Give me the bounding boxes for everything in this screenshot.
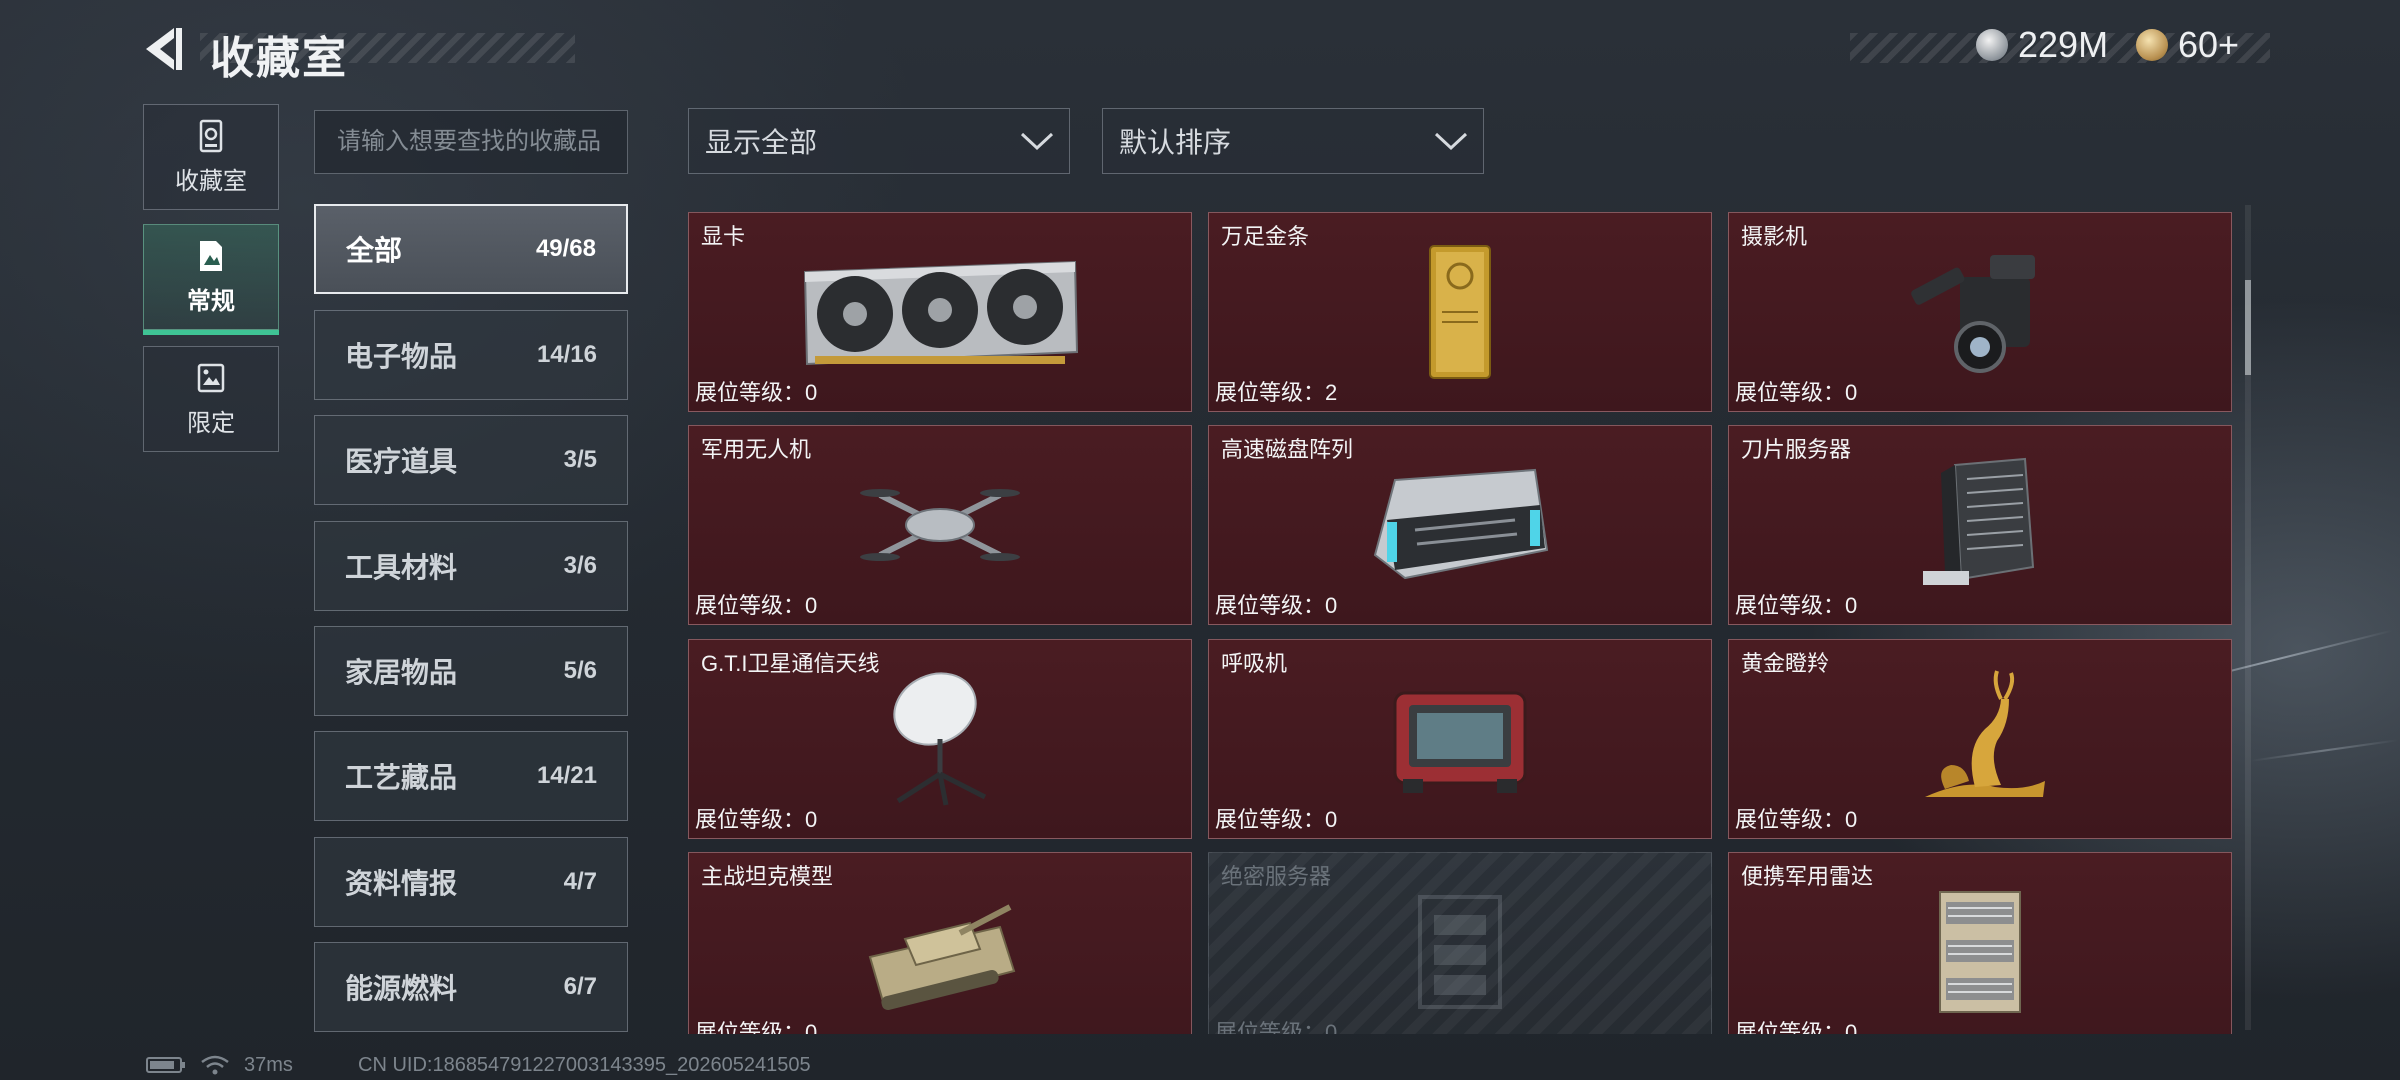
- category-intel[interactable]: 资料情报 4/7: [314, 837, 628, 927]
- chevron-down-icon: [1434, 132, 1468, 151]
- uid-label: CN UID:18685479122700314339​5_2026052415…: [358, 1053, 811, 1076]
- category-count: 3/5: [563, 446, 597, 473]
- category-count: 4/7: [563, 868, 597, 895]
- item-level: 展位等级：0: [695, 593, 818, 618]
- item-card[interactable]: 显卡 展位等级：0: [688, 212, 1192, 412]
- silver-coin-icon: [1976, 29, 2008, 61]
- ventilator-icon: [1393, 691, 1527, 793]
- silver-currency[interactable]: 229M: [1976, 24, 2108, 66]
- category-name: 全部: [346, 235, 403, 266]
- item-card[interactable]: 军用无人机 展位等级：0: [688, 425, 1192, 625]
- side-tab-label: 常规: [187, 287, 235, 315]
- page-title: 收藏室: [210, 34, 348, 83]
- category-crafts[interactable]: 工艺藏品 14/21: [314, 731, 628, 821]
- item-card[interactable]: 摄影机 展位等级：0: [1728, 212, 2232, 412]
- satellite-dish-icon: [893, 672, 987, 806]
- category-name: 电子物品: [345, 341, 458, 372]
- limited-icon: [197, 363, 225, 392]
- item-card[interactable]: 便携军用雷达 展位等级：0: [1728, 852, 2232, 1034]
- item-card[interactable]: 万足金条 展位等级：2: [1208, 212, 1712, 412]
- golden-gazelle-icon: [1925, 670, 2045, 797]
- category-count: 6/7: [563, 973, 597, 1000]
- gold-amount: 60+: [2178, 24, 2240, 65]
- chevron-down-icon: [1020, 132, 1054, 151]
- regular-icon: [200, 240, 222, 271]
- item-level: 展位等级：0: [695, 807, 818, 832]
- video-camera-icon: [1911, 255, 2035, 373]
- item-card[interactable]: 高速磁盘阵列 展位等级：0: [1208, 425, 1712, 625]
- item-card[interactable]: 呼吸机 展位等级：0: [1208, 639, 1712, 839]
- secret-server-icon: [1418, 895, 1502, 1009]
- back-button[interactable]: [140, 24, 190, 74]
- side-tab-collection-room[interactable]: 收藏室: [143, 104, 279, 210]
- search-input[interactable]: [314, 110, 628, 174]
- item-card[interactable]: G.T.I卫星通信天线 展位等级：0: [688, 639, 1192, 839]
- blade-server-icon: [1923, 457, 2035, 585]
- item-level: 展位等级：0: [1215, 593, 1338, 618]
- category-count: 5/6: [563, 657, 597, 684]
- item-level: 展位等级：0: [695, 1020, 818, 1034]
- disk-array-icon: [1373, 468, 1549, 580]
- ping-value: 37ms: [244, 1053, 293, 1076]
- side-tab-regular[interactable]: 常规: [143, 224, 279, 335]
- item-card[interactable]: 主战坦克模型 展位等级：0: [688, 852, 1192, 1034]
- grid-scrollbar[interactable]: [2245, 205, 2251, 1030]
- side-tab-label: 限定: [187, 409, 235, 437]
- item-level: 展位等级：0: [1735, 1020, 1858, 1034]
- item-card[interactable]: 刀片服务器 展位等级：0: [1728, 425, 2232, 625]
- item-card[interactable]: 黄金瞪羚 展位等级：0: [1728, 639, 2232, 839]
- side-tab-label: 收藏室: [175, 167, 247, 195]
- category-name: 工具材料: [345, 552, 458, 583]
- portable-radar-icon: [1939, 891, 2021, 1013]
- category-electronics[interactable]: 电子物品 14/16: [314, 310, 628, 400]
- tank-model-icon: [868, 904, 1016, 1011]
- category-name: 家居物品: [345, 657, 458, 688]
- back-arrow-icon: [146, 28, 182, 70]
- category-energy[interactable]: 能源燃料 6/7: [314, 942, 628, 1032]
- battery-icon: [146, 1057, 185, 1073]
- category-count: 3/6: [563, 552, 597, 579]
- status-bar: 37ms: [146, 1054, 293, 1076]
- display-filter-value: 显示全部: [705, 127, 818, 158]
- collection-grid[interactable]: 显卡 展位等级：0 万足金条 展位等级：2 摄影机 展位等级：0 军用无人机 展…: [688, 212, 2234, 1034]
- item-level: 展位等级：0: [695, 380, 818, 405]
- collection-room-icon: [199, 119, 223, 152]
- category-name: 医疗道具: [345, 446, 458, 477]
- category-count: 49/68: [535, 235, 596, 262]
- silver-amount: 229M: [2018, 24, 2109, 65]
- sort-dropdown[interactable]: 默认排序: [1102, 108, 1484, 174]
- category-name: 工艺藏品: [345, 762, 458, 793]
- wifi-icon: [201, 1055, 229, 1075]
- sort-value: 默认排序: [1119, 127, 1232, 158]
- category-name: 资料情报: [345, 868, 458, 899]
- background-streak: [2249, 739, 2399, 762]
- item-level: 展位等级：0: [1735, 593, 1858, 618]
- item-level: 展位等级：0: [1735, 380, 1858, 405]
- display-filter-dropdown[interactable]: 显示全部: [688, 108, 1070, 174]
- category-count: 14/21: [536, 762, 597, 789]
- gold-bar-icon: [1429, 245, 1491, 379]
- category-all[interactable]: 全部 49/68: [314, 204, 628, 294]
- gold-coin-icon: [2136, 29, 2168, 61]
- category-household[interactable]: 家居物品 5/6: [314, 626, 628, 716]
- item-card-locked[interactable]: 绝密服务器 展位等级：0: [1208, 852, 1712, 1034]
- drone-icon: [860, 489, 1020, 561]
- category-count: 14/16: [536, 341, 597, 368]
- category-name: 能源燃料: [345, 973, 458, 1004]
- item-level: 展位等级：0: [1735, 807, 1858, 832]
- graphics-card-icon: [803, 260, 1079, 366]
- category-medical[interactable]: 医疗道具 3/5: [314, 415, 628, 505]
- item-level: 展位等级：0: [1215, 1020, 1338, 1034]
- scrollbar-thumb[interactable]: [2245, 280, 2251, 375]
- gold-currency[interactable]: 60+: [2136, 24, 2239, 66]
- side-tab-limited[interactable]: 限定: [143, 346, 279, 452]
- item-level: 展位等级：2: [1215, 380, 1338, 405]
- item-level: 展位等级：0: [1215, 807, 1338, 832]
- category-tools[interactable]: 工具材料 3/6: [314, 521, 628, 611]
